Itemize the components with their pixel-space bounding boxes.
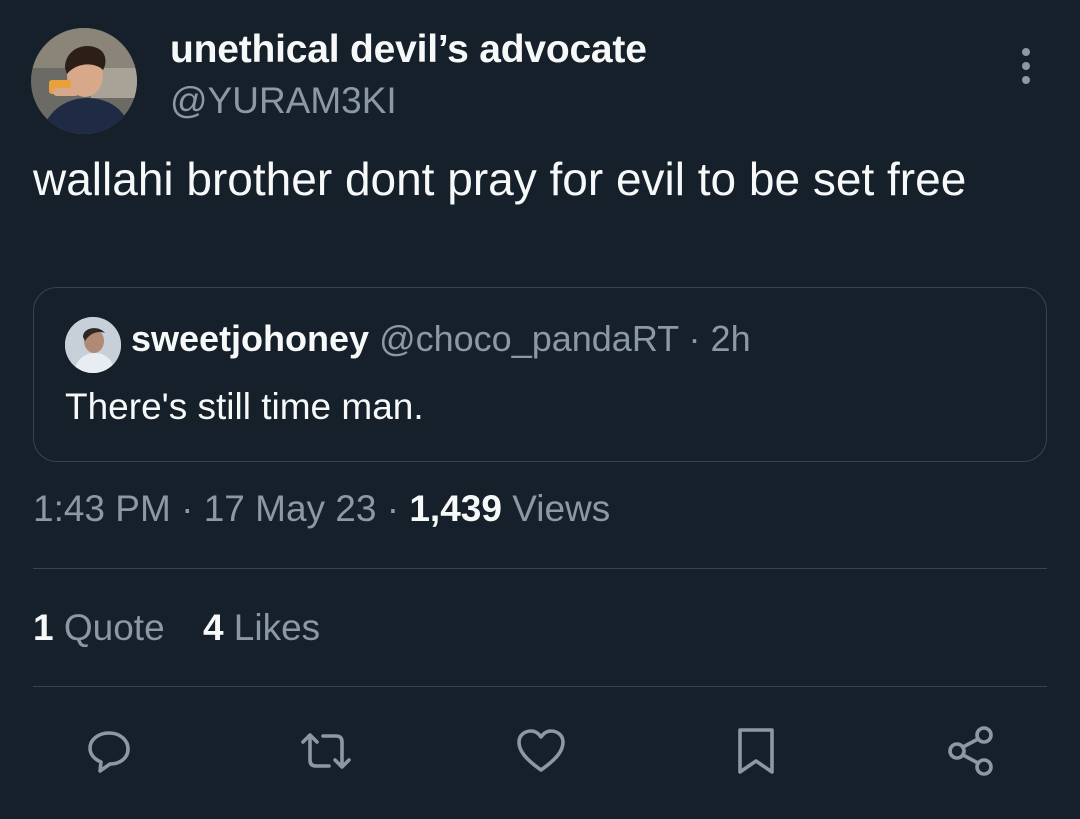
quoted-separator: · [688,318,701,359]
retweet-button[interactable] [293,718,359,784]
quoted-display-name[interactable]: sweetjohoney [131,318,369,359]
author-display-name[interactable]: unethical devil’s advocate [170,28,647,72]
likes-stat[interactable]: 4 Likes [203,607,320,648]
tweet-time[interactable]: 1:43 PM [33,488,171,529]
meta-separator: · [181,488,194,529]
more-vertical-icon [1019,46,1033,91]
quotes-stat[interactable]: 1 Quote [33,607,175,648]
bookmark-icon [734,725,778,777]
quoted-tweet-header: sweetjohoney @choco_pandaRT · 2h [131,318,751,360]
quoted-timestamp[interactable]: 2h [711,318,751,359]
quotes-label: Quote [63,607,165,648]
views-count: 1,439 [409,488,502,529]
tweet-text: wallahi brother dont pray for evil to be… [33,153,967,205]
quotes-count: 1 [33,607,54,648]
quoted-tweet-card[interactable]: sweetjohoney @choco_pandaRT · 2h There's… [33,287,1047,462]
divider [33,568,1047,569]
quoted-tweet-text: There's still time man. [65,386,424,427]
author-handle[interactable]: @YURAM3KI [170,80,397,122]
tweet-date[interactable]: 17 May 23 [204,488,377,529]
divider [33,686,1047,687]
share-icon [944,724,998,778]
reply-icon [84,726,134,776]
likes-label: Likes [233,607,321,648]
action-bar [0,718,1080,784]
tweet-meta: 1:43 PM · 17 May 23 · 1,439 Views [33,488,610,530]
meta-separator: · [386,488,400,529]
share-button[interactable] [938,718,1004,784]
bookmark-button[interactable] [723,718,789,784]
likes-count: 4 [202,607,224,648]
retweet-icon [297,726,355,776]
reply-button[interactable] [76,718,142,784]
quoted-author-avatar[interactable] [65,317,121,373]
engagement-stats: 1 Quote 4 Likes [33,607,348,649]
author-avatar[interactable] [31,28,137,134]
quoted-handle[interactable]: @choco_pandaRT [379,318,678,359]
views-label: Views [512,488,611,529]
more-options-button[interactable] [1004,46,1048,90]
like-button[interactable] [508,718,574,784]
heart-icon [514,726,568,776]
